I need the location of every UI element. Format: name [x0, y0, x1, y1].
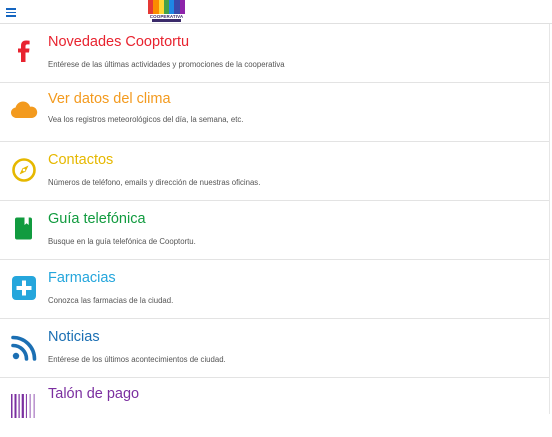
menu-item-contactos[interactable]: Contactos Números de teléfono, emails y … — [0, 142, 549, 201]
menu-item-talon-de-pago[interactable]: Talón de pago — [0, 378, 549, 437]
menu-item-title: Talón de pago — [48, 386, 140, 402]
rss-icon — [10, 334, 38, 362]
menu-item-farmacias[interactable]: Farmacias Conozca las farmacias de la ci… — [0, 260, 549, 319]
book-icon — [10, 214, 38, 242]
menu-item-novedades[interactable]: Novedades Cooptortu Entérese de las últi… — [0, 24, 549, 83]
facebook-icon — [10, 36, 38, 64]
menu-item-noticias[interactable]: Noticias Entérese de los últimos acontec… — [0, 319, 549, 378]
menu-list: Novedades Cooptortu Entérese de las últi… — [0, 24, 549, 437]
menu-item-clima[interactable]: Ver datos del clima Vea los registros me… — [0, 83, 549, 142]
menu-item-description: Números de teléfono, emails y dirección … — [48, 178, 261, 187]
menu-item-description: Busque en la guía telefónica de Cooptort… — [48, 237, 196, 246]
menu-item-description: Conozca las farmacias de la ciudad. — [48, 296, 174, 305]
menu-item-title: Noticias — [48, 329, 100, 345]
menu-item-title: Ver datos del clima — [48, 91, 171, 107]
cloud-icon — [10, 97, 38, 125]
cooperativa-logo: COOPERATIVA — [148, 0, 185, 22]
hamburger-menu-icon[interactable] — [6, 8, 16, 17]
menu-item-description: Entérese de los últimos acontecimientos … — [48, 355, 226, 364]
compass-icon — [10, 156, 38, 184]
menu-item-guia-telefonica[interactable]: Guía telefónica Busque en la guía telefó… — [0, 201, 549, 260]
top-bar: COOPERATIVA — [0, 0, 552, 24]
menu-item-title: Guía telefónica — [48, 211, 146, 227]
menu-item-title: Farmacias — [48, 270, 116, 286]
menu-item-description: Vea los registros meteorológicos del día… — [48, 115, 244, 124]
menu-item-title: Contactos — [48, 152, 114, 168]
menu-item-title: Novedades Cooptortu — [48, 34, 190, 50]
menu-item-description: Entérese de las últimas actividades y pr… — [48, 60, 285, 69]
logo-text: COOPERATIVA — [149, 14, 184, 19]
barcode-icon — [10, 392, 38, 420]
plus-icon — [10, 274, 38, 302]
